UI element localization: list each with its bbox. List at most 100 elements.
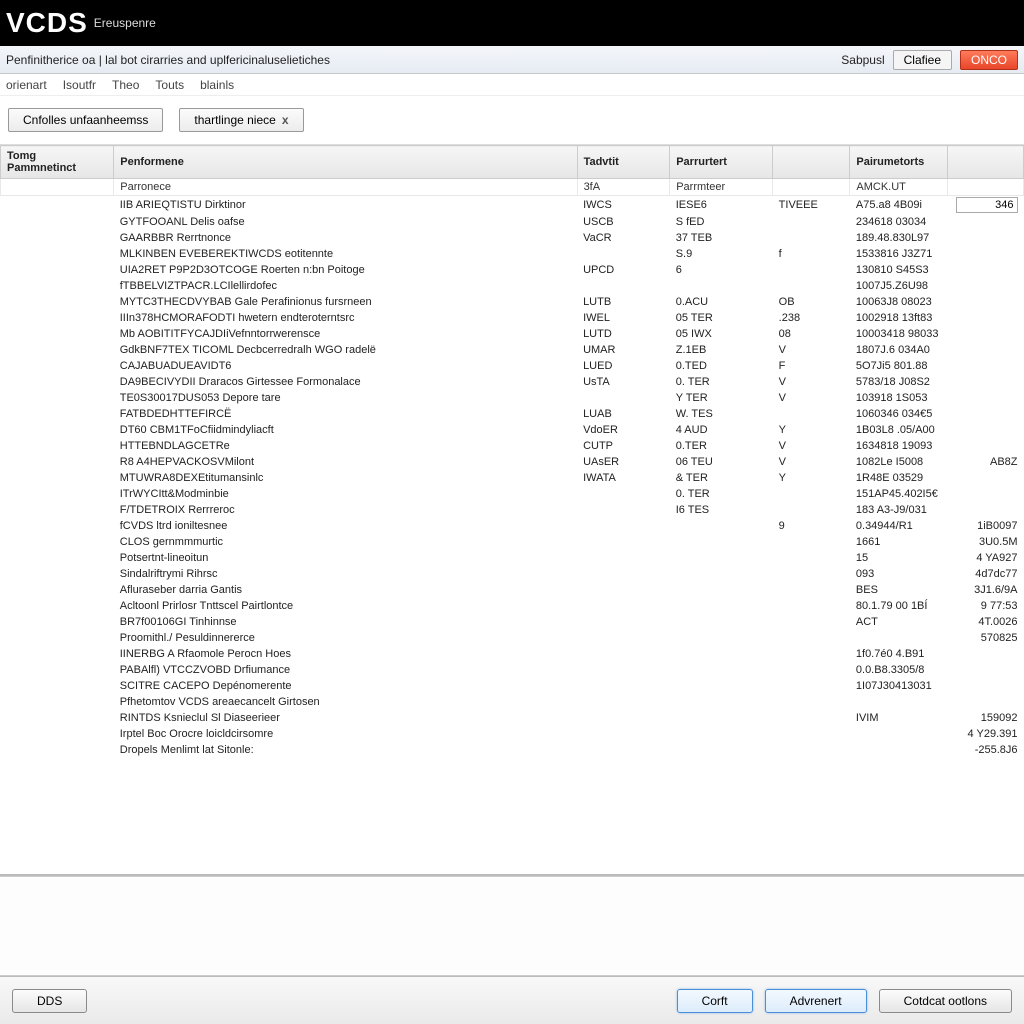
table-cell <box>1 374 114 390</box>
table-row[interactable]: MTUWRA8DEXEtitumansinlcIWATA& TERY1R48E … <box>1 470 1024 486</box>
col-h1-4[interactable]: Parrurtert <box>670 146 773 179</box>
table-cell <box>1 518 114 534</box>
table-cell: 1060346 034€5 <box>850 406 947 422</box>
menu-item-0[interactable]: orienart <box>6 78 47 92</box>
table-row[interactable]: GdkBNF7TEX TICOML Decbcerredralh WGO rad… <box>1 342 1024 358</box>
setup-label[interactable]: Sabpusl <box>841 53 884 67</box>
table-cell: IESE6 <box>670 196 773 215</box>
table-cell: IWCS <box>577 196 670 215</box>
table-cell <box>947 694 1023 710</box>
table-row[interactable]: GYTFOOANL Delis oafseUSCBS fED234618 030… <box>1 214 1024 230</box>
table-row[interactable]: RINTDS Ksnieclul Sl DiaseerieerIVIM15909… <box>1 710 1024 726</box>
col-h2-3: 3fA <box>577 179 670 196</box>
table-cell: V <box>773 438 850 454</box>
data-table-container[interactable]: Tomg Pammnetinct Penformene DocJecloing … <box>0 145 1024 876</box>
table-row[interactable]: UIA2RET P9P2D3OTCOGE Roerten n:bn Poitog… <box>1 262 1024 278</box>
table-cell <box>1 406 114 422</box>
table-row[interactable]: HTTEBNDLAGCETReCUTP0.TERV1634818 19093 <box>1 438 1024 454</box>
col-h1-3[interactable]: Tadvtit <box>577 146 670 179</box>
table-cell: DA9BECIVYDII Draracos Girtessee Formonal… <box>114 374 577 390</box>
table-cell: FATBDEDHTTEFIRCË <box>114 406 577 422</box>
tab-label: thartlinge niece <box>194 113 275 127</box>
menu-item-4[interactable]: blainls <box>200 78 234 92</box>
table-row[interactable]: Mb AOBITITFYCAJDIiVefnntorrwerensceLUTD0… <box>1 326 1024 342</box>
table-row[interactable]: CAJABUADUEAVIDT6LUED0.TEDF5O7Ji5 801.88 <box>1 358 1024 374</box>
table-row[interactable]: SCITRE CACEPO Depénomerente1I07J30413031 <box>1 678 1024 694</box>
dds-button[interactable]: DDS <box>12 989 87 1013</box>
table-row[interactable]: fTBBELVIZTPACR.LCIlellirdofec1007J5.Z6U9… <box>1 278 1024 294</box>
table-cell: 08 <box>773 326 850 342</box>
table-row[interactable]: F/TDETROIX RerrrerocI6 TES183 A3-J9/031 <box>1 502 1024 518</box>
coding-options-button[interactable]: Cotdcat ootlons <box>879 989 1012 1013</box>
table-row[interactable]: Potsertnt-lineoitun154 YA927 <box>1 550 1024 566</box>
table-cell: 570825 <box>947 630 1023 646</box>
table-cell <box>947 196 1023 215</box>
table-cell <box>670 678 773 694</box>
table-row[interactable]: fCVDS ltrd ioniltesnee90.34944/R11iB0097 <box>1 518 1024 534</box>
table-cell <box>670 662 773 678</box>
table-cell: 183 A3-J9/031 <box>850 502 947 518</box>
menu-item-1[interactable]: Isoutfr <box>63 78 96 92</box>
table-row[interactable]: Sindalriftrymi Rihrsc0934d7dc77 <box>1 566 1024 582</box>
table-row[interactable]: MYTC3THECDVYBAB Gale Perafinionus fursrn… <box>1 294 1024 310</box>
table-cell: 1007J5.Z6U98 <box>850 278 947 294</box>
controllers-button[interactable]: Cnfolles unfaanheemss <box>8 108 163 132</box>
table-row[interactable]: DA9BECIVYDII Draracos Girtessee Formonal… <box>1 374 1024 390</box>
table-row[interactable]: Afluraseber darria GantisBES3J1.6/9A <box>1 582 1024 598</box>
table-cell <box>577 678 670 694</box>
table-cell <box>947 438 1023 454</box>
table-row[interactable]: R8 A4HEPVACKOSVMilontUAsER06 TEUV1082Le … <box>1 454 1024 470</box>
col-h1-5[interactable] <box>773 146 850 179</box>
table-row[interactable]: ITrWYCItt&Modminbie0. TER151AP45.402I5€ <box>1 486 1024 502</box>
menu-item-2[interactable]: Theo <box>112 78 139 92</box>
table-row[interactable]: BR7f00106GI TinhinnseACT4T.0026 <box>1 614 1024 630</box>
table-cell <box>947 278 1023 294</box>
col-h1-0[interactable]: Tomg Pammnetinct <box>1 146 114 179</box>
menu-item-3[interactable]: Touts <box>155 78 184 92</box>
table-cell <box>773 566 850 582</box>
table-row[interactable]: FATBDEDHTTEFIRCËLUABW. TES1060346 034€5 <box>1 406 1024 422</box>
table-row[interactable]: DT60 CBM1TFoCfiidmindyliacftVdoER4 AUDY1… <box>1 422 1024 438</box>
activate-button[interactable]: Advrenert <box>765 989 867 1013</box>
close-button[interactable]: ONCO <box>960 50 1018 70</box>
table-row[interactable]: Pfhetomtov VCDS areaecancelt Girtosen <box>1 694 1024 710</box>
table-cell: S.9 <box>670 246 773 262</box>
table-row[interactable]: Dropels Menlimt lat Sitonle:-255.8J6 <box>1 742 1024 758</box>
table-row[interactable]: IIB ARIEQTISTU DirktinorIWCSIESE6TIVEEEA… <box>1 196 1024 215</box>
table-cell <box>947 230 1023 246</box>
table-row[interactable]: Acltoonl Prirlosr Tnttscel Pairtlontce80… <box>1 598 1024 614</box>
col-h1-6[interactable]: Pairumetorts <box>850 146 947 179</box>
table-cell <box>670 534 773 550</box>
col-h1-7[interactable] <box>947 146 1023 179</box>
col-h2-5 <box>773 179 850 196</box>
value-input[interactable] <box>956 197 1018 213</box>
table-cell: VdoER <box>577 422 670 438</box>
table-cell <box>1 246 114 262</box>
options-button[interactable]: Clafiee <box>893 50 952 70</box>
table-row[interactable]: Irptel Boc Orocre loicldcirsomre4 Y29.39… <box>1 726 1024 742</box>
table-cell: GYTFOOANL Delis oafse <box>114 214 577 230</box>
col-h1-1[interactable]: Penformene <box>114 146 577 179</box>
table-cell <box>773 646 850 662</box>
table-row[interactable]: PABAlfl) VTCCZVOBD Drfiumance0.0.B8.3305… <box>1 662 1024 678</box>
table-cell <box>1 598 114 614</box>
table-row[interactable]: Proomithl./ Pesuldinnererce570825 <box>1 630 1024 646</box>
table-row[interactable]: CLOS gernmmmurtic16613U0.5M <box>1 534 1024 550</box>
footer-bar: DDS Corft Advrenert Cotdcat ootlons <box>0 976 1024 1024</box>
table-row[interactable]: MLKINBEN EVEBEREKTIWCDS eotitennteS.9f15… <box>1 246 1024 262</box>
table-cell: PABAlfl) VTCCZVOBD Drfiumance <box>114 662 577 678</box>
table-cell <box>947 486 1023 502</box>
tab-button[interactable]: thartlinge niece x <box>179 108 303 132</box>
table-cell <box>670 518 773 534</box>
table-cell <box>1 678 114 694</box>
table-cell <box>1 566 114 582</box>
table-cell <box>1 710 114 726</box>
table-row[interactable]: TE0S30017DUS053 Depore tareY TERV103918 … <box>1 390 1024 406</box>
table-row[interactable]: IIIn378HCMORAFODTI hwetern endteroternts… <box>1 310 1024 326</box>
parameters-table: Tomg Pammnetinct Penformene DocJecloing … <box>0 145 1024 758</box>
continue-button[interactable]: Corft <box>677 989 753 1013</box>
close-tab-icon[interactable]: x <box>282 113 289 127</box>
table-cell <box>577 614 670 630</box>
table-row[interactable]: GAARBBR RerrtnonceVaCR37 TEB189.48.830L9… <box>1 230 1024 246</box>
table-row[interactable]: IINERBG A Rfaomole Perocn Hoes1f0.7é0 4.… <box>1 646 1024 662</box>
